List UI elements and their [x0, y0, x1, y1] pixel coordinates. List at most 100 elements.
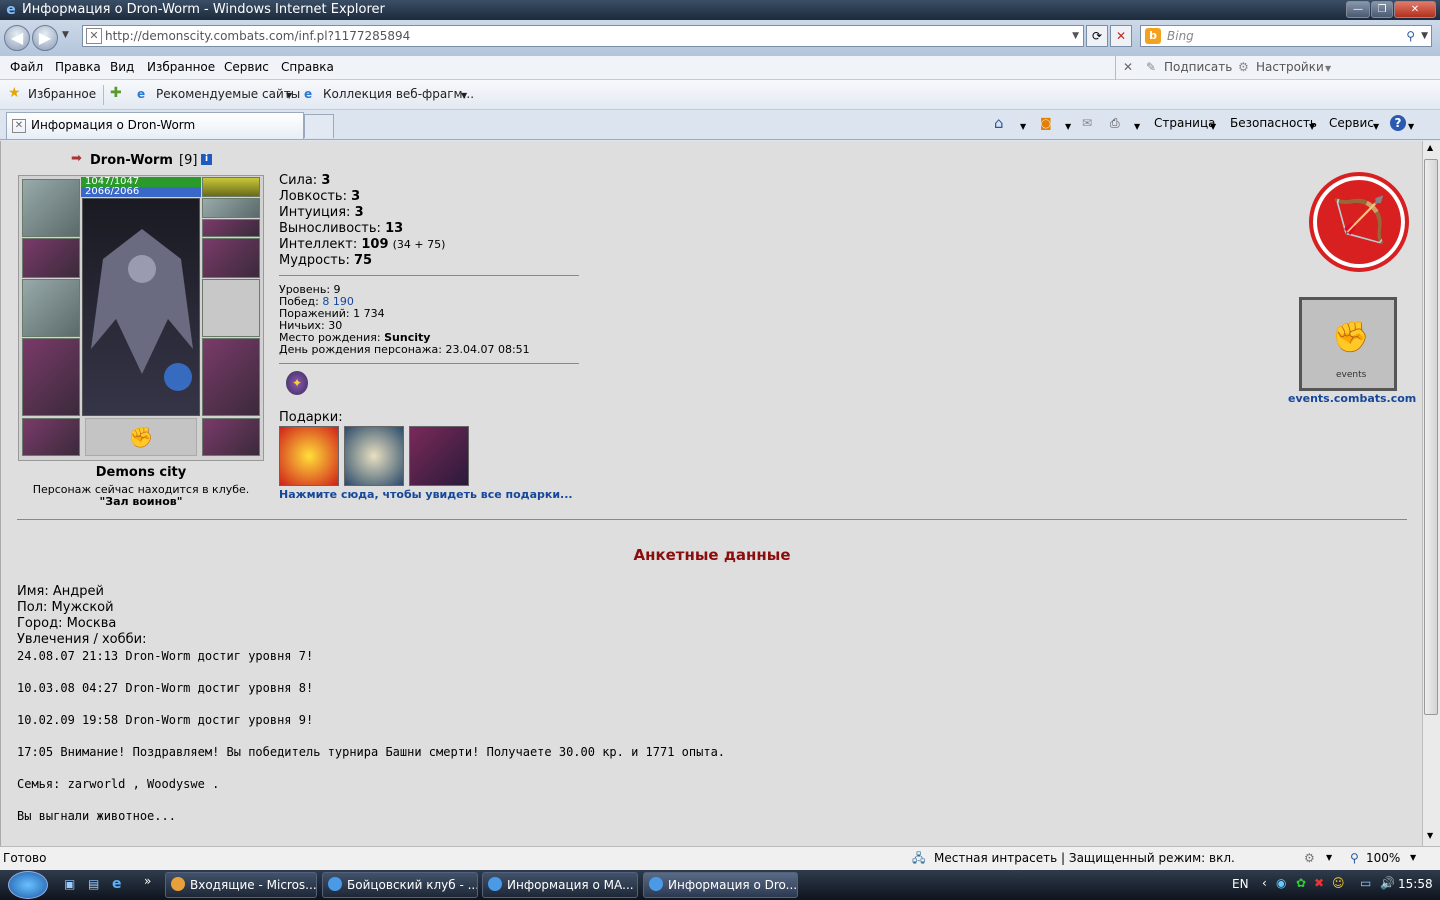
archer-emblem-icon[interactable]: 🏹 — [1309, 172, 1409, 272]
add-favorite-icon[interactable]: ✚ — [110, 85, 122, 101]
character-name[interactable]: Dron-Worm — [90, 153, 173, 168]
tray-app-icon[interactable]: ☺ — [1332, 876, 1345, 890]
search-icon[interactable]: ⚲ — [1406, 26, 1415, 46]
page-menu[interactable]: Страница — [1154, 115, 1216, 131]
popup-dropdown-icon[interactable]: ▼ — [1326, 847, 1332, 869]
switch-windows-icon[interactable]: ▤ — [88, 877, 99, 891]
gallery-dropdown-icon[interactable]: ▼ — [461, 91, 467, 100]
amulet-slot[interactable] — [22, 279, 80, 337]
zoom-dropdown-icon[interactable]: ▼ — [1410, 847, 1416, 869]
volume-icon[interactable]: 🔊 — [1380, 876, 1395, 890]
home-icon[interactable]: ⌂ — [994, 115, 1004, 131]
quicklaunch-more-icon[interactable]: » — [144, 874, 151, 888]
rings-slot[interactable] — [202, 219, 260, 237]
zoom-level[interactable]: 100% — [1366, 847, 1400, 869]
feeds-icon[interactable]: ◙ — [1040, 115, 1052, 131]
refresh-button[interactable]: ⟳ — [1086, 25, 1108, 47]
language-indicator[interactable]: EN — [1232, 877, 1249, 891]
menu-file[interactable]: Файл — [10, 60, 43, 74]
tab-active[interactable]: ✕ Информация о Dron-Worm — [6, 112, 304, 139]
necklace-slot[interactable] — [202, 198, 260, 218]
close-menu-icon[interactable]: ✕ — [1123, 60, 1133, 74]
menu-edit[interactable]: Правка — [55, 60, 101, 74]
stop-button[interactable]: ✕ — [1110, 25, 1132, 47]
belt-slot[interactable] — [22, 418, 80, 456]
gift-fire-icon[interactable] — [279, 426, 339, 486]
suggested-dropdown-icon[interactable]: ▼ — [286, 91, 292, 100]
tools-dropdown-icon[interactable]: ▼ — [1373, 119, 1379, 135]
favorites-button[interactable]: Избранное — [28, 87, 96, 101]
boots-slot[interactable] — [202, 418, 260, 456]
task-outlook[interactable]: Входящие - Micros... — [165, 872, 317, 898]
earring-slot[interactable] — [202, 177, 260, 197]
page-dropdown-icon[interactable]: ▼ — [1210, 119, 1216, 135]
task-fightclub[interactable]: Бойцовский клуб - ... — [322, 872, 478, 898]
arrow-icon[interactable]: ➡ — [71, 151, 82, 166]
address-dropdown-icon[interactable]: ▼ — [1072, 26, 1079, 46]
settings-button[interactable]: Настройки — [1256, 60, 1324, 74]
events-banner-icon[interactable]: ✊ events — [1299, 297, 1397, 391]
new-tab-button[interactable] — [304, 114, 334, 138]
tray-expand-icon[interactable]: ‹ — [1262, 876, 1267, 890]
gift-book-icon[interactable] — [409, 426, 469, 486]
weapon-slot[interactable] — [202, 279, 260, 337]
helmet-slot[interactable] — [22, 179, 80, 237]
tray-antivirus-icon[interactable]: ✖ — [1314, 876, 1324, 890]
zone-text[interactable]: Местная интрасеть | Защищенный режим: вк… — [934, 847, 1235, 869]
menu-favorites[interactable]: Избранное — [147, 60, 215, 74]
tools-menu[interactable]: Сервис — [1329, 115, 1374, 131]
menu-tools[interactable]: Сервис — [224, 60, 269, 74]
settings-dropdown-icon[interactable]: ▼ — [1325, 64, 1331, 73]
web-slice-gallery-link[interactable]: Коллекция веб-фрагм... — [323, 87, 474, 101]
minimize-button[interactable]: — — [1346, 1, 1370, 18]
vertical-scrollbar[interactable]: ▲ ▼ — [1422, 141, 1440, 846]
scroll-down-icon[interactable]: ▼ — [1427, 831, 1433, 840]
mail-icon[interactable]: ✉ — [1082, 115, 1092, 131]
pants-slot[interactable] — [202, 338, 260, 416]
task-info-dron[interactable]: Информация о Dro... — [643, 872, 798, 898]
search-box[interactable]: b Bing ⚲ ▼ — [1140, 25, 1432, 47]
scroll-thumb[interactable] — [1424, 159, 1438, 715]
safety-dropdown-icon[interactable]: ▼ — [1309, 119, 1315, 135]
clock[interactable]: 15:58 — [1398, 877, 1433, 891]
subscribe-button[interactable]: Подписать — [1164, 60, 1232, 74]
clan-badge-icon[interactable]: ✦ — [286, 371, 308, 395]
bracers-slot[interactable] — [22, 238, 80, 278]
scroll-up-icon[interactable]: ▲ — [1427, 143, 1433, 152]
events-link[interactable]: events.combats.com — [1288, 392, 1416, 405]
print-icon[interactable]: ⎙ — [1110, 115, 1120, 131]
all-gifts-link[interactable]: Нажмите сюда, чтобы увидеть все подарки.… — [279, 488, 573, 501]
popup-blocker-icon[interactable]: ⚙ — [1304, 847, 1315, 869]
address-bar[interactable]: ✕ http://demonscity.combats.com/inf.pl?1… — [82, 25, 1084, 47]
search-dropdown-icon[interactable]: ▼ — [1421, 26, 1428, 46]
maximize-button[interactable]: ❐ — [1371, 1, 1393, 18]
safety-menu[interactable]: Безопасность — [1230, 115, 1317, 131]
history-dropdown-icon[interactable]: ▼ — [62, 30, 69, 40]
menu-view[interactable]: Вид — [110, 60, 134, 74]
feeds-dropdown-icon[interactable]: ▼ — [1065, 119, 1071, 135]
back-button[interactable]: ◀ — [4, 25, 30, 51]
forward-button[interactable]: ▶ — [32, 25, 58, 51]
suggested-sites-link[interactable]: Рекомендуемые сайты — [156, 87, 300, 101]
gift-shield-icon[interactable] — [344, 426, 404, 486]
tray-monitor-icon[interactable]: ▭ — [1360, 876, 1371, 890]
home-dropdown-icon[interactable]: ▼ — [1020, 119, 1026, 135]
ie-quicklaunch-icon[interactable]: e — [112, 876, 122, 892]
task-info-ma[interactable]: Информация о МА... — [482, 872, 638, 898]
show-desktop-icon[interactable]: ▣ — [64, 877, 75, 891]
armor-slot[interactable] — [22, 338, 80, 416]
tray-network-icon[interactable]: ◉ — [1276, 876, 1286, 890]
window-titlebar: e Информация о Dron-Worm - Windows Inter… — [0, 0, 1440, 20]
gloves-slot[interactable] — [202, 238, 260, 278]
character-avatar[interactable] — [82, 198, 200, 416]
menu-help[interactable]: Справка — [281, 60, 334, 74]
help-dropdown-icon[interactable]: ▼ — [1408, 119, 1414, 135]
print-dropdown-icon[interactable]: ▼ — [1134, 119, 1140, 135]
zoom-icon[interactable]: ⚲ — [1350, 847, 1359, 869]
start-button[interactable] — [8, 871, 48, 899]
help-icon[interactable]: ? — [1390, 115, 1406, 131]
pen-icon: ✎ — [1146, 60, 1157, 74]
info-icon[interactable]: i — [201, 154, 212, 165]
close-window-button[interactable]: ✕ — [1394, 1, 1436, 18]
tray-icq-icon[interactable]: ✿ — [1296, 876, 1306, 890]
